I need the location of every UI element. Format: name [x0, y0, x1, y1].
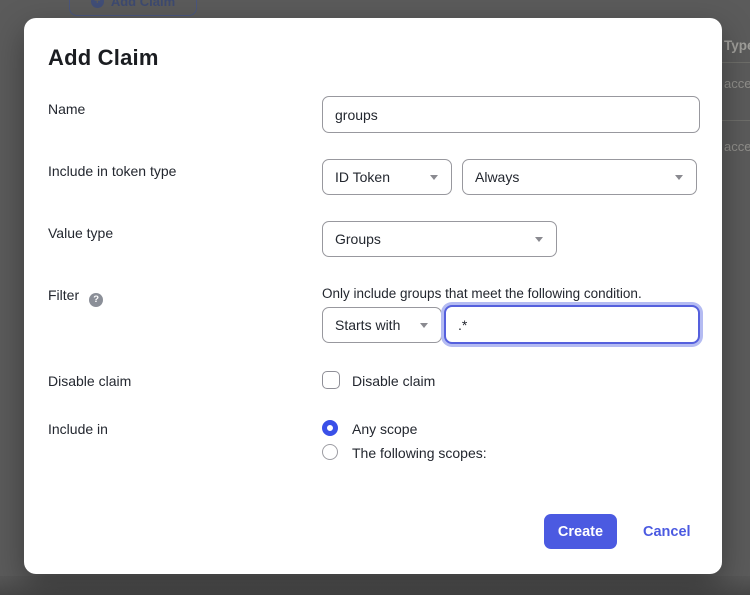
background-table-column: Type acce acce	[722, 0, 750, 595]
background-bottom-band	[0, 576, 750, 595]
filter-label: Filter?	[48, 287, 103, 307]
name-input-value: groups	[335, 107, 378, 123]
table-divider	[722, 62, 750, 63]
background-add-claim-label: Add Claim	[111, 0, 175, 9]
disable-claim-checkbox-label[interactable]: Disable claim	[352, 373, 435, 389]
background-add-claim-button: + Add Claim	[69, 0, 197, 16]
background-table-cell: acce	[724, 139, 750, 154]
chevron-down-icon	[535, 237, 543, 242]
following-scopes-radio[interactable]	[322, 444, 338, 460]
any-scope-radio[interactable]	[322, 420, 338, 436]
any-scope-radio-label[interactable]: Any scope	[352, 421, 417, 437]
help-icon[interactable]: ?	[89, 293, 103, 307]
filter-value-input[interactable]: .*	[444, 305, 700, 344]
filter-value-input-value: .*	[458, 317, 467, 333]
background-table-cell: acce	[724, 76, 750, 91]
chevron-down-icon	[430, 175, 438, 180]
dialog-footer: Create Cancel	[544, 514, 691, 549]
create-button[interactable]: Create	[544, 514, 617, 549]
disable-claim-checkbox[interactable]	[322, 371, 340, 389]
dialog-title: Add Claim	[48, 45, 159, 71]
following-scopes-radio-label[interactable]: The following scopes:	[352, 445, 487, 461]
token-type-select-value: ID Token	[335, 169, 390, 185]
token-type-label: Include in token type	[48, 163, 176, 179]
include-in-label: Include in	[48, 421, 108, 437]
add-claim-dialog: Add Claim Name groups Include in token t…	[24, 18, 722, 574]
filter-condition-select-value: Starts with	[335, 317, 400, 333]
chevron-down-icon	[420, 323, 428, 328]
value-type-select[interactable]: Groups	[322, 221, 557, 257]
disable-claim-label: Disable claim	[48, 373, 131, 389]
chevron-down-icon	[675, 175, 683, 180]
filter-label-text: Filter	[48, 287, 79, 303]
cancel-button[interactable]: Cancel	[643, 524, 691, 540]
token-type-select[interactable]: ID Token	[322, 159, 452, 195]
filter-hint-text: Only include groups that meet the follow…	[322, 286, 642, 301]
plus-icon: +	[91, 0, 104, 8]
value-type-label: Value type	[48, 225, 113, 241]
name-label: Name	[48, 101, 85, 117]
value-type-select-value: Groups	[335, 231, 381, 247]
background-table-header: Type	[724, 38, 750, 53]
filter-condition-select[interactable]: Starts with	[322, 307, 442, 343]
name-input[interactable]: groups	[322, 96, 700, 133]
token-frequency-select[interactable]: Always	[462, 159, 697, 195]
table-divider	[722, 120, 750, 121]
token-frequency-select-value: Always	[475, 169, 519, 185]
